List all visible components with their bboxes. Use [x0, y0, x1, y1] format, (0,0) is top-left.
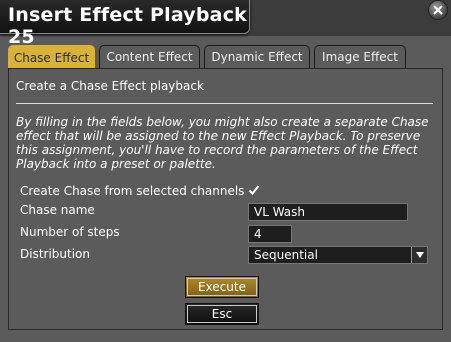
steps-label: Number of steps	[20, 225, 120, 239]
title-tab: Insert Effect Playback 25	[0, 0, 250, 48]
title-bar: Insert Effect Playback 25	[0, 0, 451, 48]
chevron-down-icon	[415, 252, 424, 258]
chase-name-label: Chase name	[20, 203, 95, 217]
distribution-value: Sequential	[254, 248, 318, 262]
tab-dynamic-effect[interactable]: Dynamic Effect	[204, 45, 310, 68]
steps-input[interactable]: 4	[248, 225, 292, 243]
panel-heading: Create a Chase Effect playback	[16, 79, 204, 93]
esc-button[interactable]: Esc	[185, 303, 259, 325]
create-chase-checkbox[interactable]	[248, 184, 260, 196]
distribution-select[interactable]: Sequential	[248, 246, 428, 264]
chase-effect-panel: Create a Chase Effect playback By fillin…	[8, 68, 443, 330]
info-note: By filling in the fields below, you migh…	[16, 115, 429, 171]
tab-chase-effect[interactable]: Chase Effect	[8, 45, 95, 69]
dialog-window: Insert Effect Playback 25 Chase Effect C…	[0, 0, 451, 342]
chase-name-input[interactable]: VL Wash	[248, 203, 408, 221]
distribution-label: Distribution	[20, 247, 91, 261]
tab-image-effect[interactable]: Image Effect	[314, 45, 406, 68]
dropdown-button[interactable]	[411, 247, 427, 263]
checkmark-icon	[248, 185, 260, 195]
execute-button[interactable]: Execute	[185, 276, 259, 298]
window-title: Insert Effect Playback 25	[8, 4, 247, 48]
create-chase-label: Create Chase from selected channels	[20, 184, 245, 198]
close-icon	[433, 5, 443, 15]
close-button[interactable]	[428, 0, 448, 20]
tab-content-effect[interactable]: Content Effect	[99, 45, 200, 68]
divider	[16, 103, 433, 104]
